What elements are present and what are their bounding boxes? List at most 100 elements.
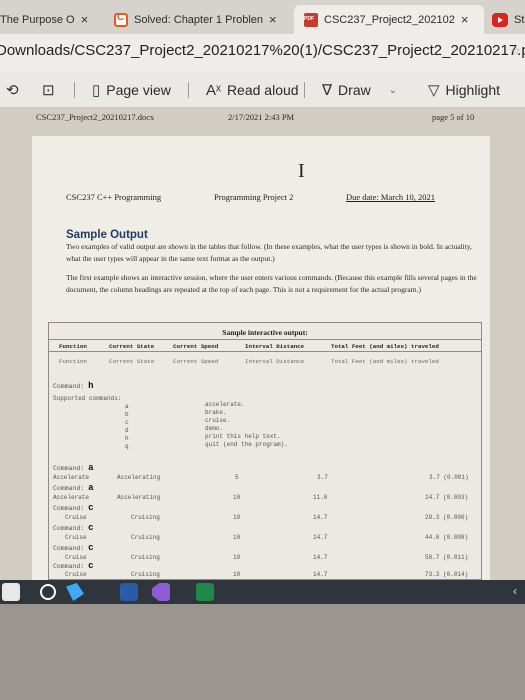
total-cell: 58.7 (0.011)	[425, 554, 469, 561]
tab-state[interactable]: State	[488, 5, 525, 34]
speed-cell: 10	[233, 571, 241, 578]
speed-cell: 5	[235, 474, 239, 481]
distance-cell: 3.7	[317, 474, 328, 481]
tab-solved-chapter[interactable]: Solved: Chapter 1 Problen ×	[110, 5, 290, 34]
read-aloud-button[interactable]: A͏ˣ Read aloud	[206, 72, 299, 108]
command-input: h	[88, 381, 94, 391]
chevron-left-icon[interactable]: ‹	[513, 584, 517, 598]
function-cell: Accelerate	[53, 474, 90, 481]
paragraph-2: The first example shows an interactive s…	[66, 273, 477, 294]
column-header: Interval Distance	[245, 343, 305, 350]
desk-surface	[0, 604, 525, 700]
tab-the-purpose[interactable]: The Purpose O ×	[0, 5, 108, 34]
visual-studio-icon[interactable]	[152, 583, 170, 601]
command-prefix: Command:	[53, 485, 85, 492]
function-cell: Cruise	[65, 534, 87, 541]
close-icon[interactable]: ×	[269, 12, 277, 27]
read-aloud-icon: A͏ˣ	[206, 81, 221, 99]
print-header-page: page 5 of 10	[432, 112, 475, 122]
highlight-button[interactable]: ▽ Highlight	[428, 72, 500, 108]
project-name: Programming Project 2	[214, 192, 294, 202]
browser-tab-strip: The Purpose O × Solved: Chapter 1 Proble…	[0, 0, 525, 34]
word-icon[interactable]	[120, 583, 138, 601]
command-input: a	[88, 463, 94, 473]
url-text[interactable]: Downloads/CSC237_Project2_20210217%20(1)…	[0, 42, 525, 59]
toolbar-divider	[74, 82, 75, 98]
command-line: Command: c	[53, 503, 94, 513]
fit-page-icon: ⊡	[42, 82, 55, 99]
draw-pen-icon: ∇	[322, 82, 333, 99]
speed-cell: 10	[233, 554, 241, 561]
help-key: b	[125, 411, 129, 418]
command-prefix: Command:	[53, 383, 85, 390]
state-cell: Cruising	[131, 571, 160, 578]
total-cell: 44.0 (0.008)	[425, 534, 469, 541]
command-prefix: Command:	[53, 505, 85, 512]
course-name: CSC237 C++ Programming	[66, 192, 162, 202]
column-header: Current State	[109, 343, 155, 350]
help-desc: print this help text.	[205, 433, 281, 440]
command-line: Command: a	[53, 483, 94, 493]
help-key: h	[125, 435, 129, 442]
column-header: Interval Distance	[245, 358, 305, 365]
rotate-icon: ⟲	[6, 82, 19, 99]
text-cursor-icon: I	[298, 160, 305, 182]
column-header: Total Feet (and miles) traveled	[331, 343, 439, 350]
edge-icon[interactable]	[66, 583, 84, 601]
print-header-file: CSC237_Project2_20210217.docx	[36, 112, 155, 122]
rotate-button[interactable]: ⟲	[6, 72, 25, 108]
help-key: q	[125, 443, 129, 450]
command-line: Command: h	[53, 381, 94, 391]
taskbar: ‹	[0, 580, 525, 604]
favorites-icon[interactable]: ☆	[510, 44, 521, 58]
help-desc: cruise.	[205, 417, 231, 424]
tab-label: State	[514, 13, 525, 26]
print-header: CSC237_Project2_20210217.docx 2/17/2021 …	[0, 108, 525, 128]
help-desc: demo.	[205, 425, 224, 432]
column-header: Current State	[109, 358, 155, 365]
section-title: Sample Output	[66, 229, 148, 241]
function-cell: Cruise	[65, 554, 87, 561]
distance-cell: 11.0	[313, 494, 328, 501]
command-input: c	[88, 561, 94, 571]
distance-cell: 14.7	[313, 514, 328, 521]
column-header: Current Speed	[173, 358, 219, 365]
command-line: Command: c	[53, 543, 94, 553]
tab-label: CSC237_Project2_202102	[324, 13, 455, 26]
page-view-button[interactable]: ▯ Page view	[92, 72, 171, 108]
sample-output-table: Sample interactive output: Function Curr…	[48, 322, 482, 580]
read-aloud-label: Read aloud	[226, 82, 299, 98]
start-icon[interactable]	[2, 583, 20, 601]
state-cell: Cruising	[131, 514, 160, 521]
cortana-icon[interactable]	[40, 584, 56, 600]
column-header: Function	[59, 358, 87, 365]
function-cell: Cruise	[65, 571, 87, 578]
chevron-down-icon[interactable]: ⌄	[389, 85, 397, 96]
state-cell: Cruising	[131, 554, 160, 561]
command-prefix: Command:	[53, 465, 85, 472]
command-line: Command: c	[53, 523, 94, 533]
tab-label: The Purpose O	[0, 13, 75, 26]
total-cell: 73.3 (0.014)	[425, 571, 469, 578]
help-desc: accelerate.	[205, 401, 245, 408]
draw-button[interactable]: ∇ Draw ⌄	[322, 72, 397, 108]
address-bar[interactable]: Downloads/CSC237_Project2_20210217%20(1)…	[0, 34, 525, 72]
close-icon[interactable]: ×	[461, 12, 469, 27]
command-prefix: Command:	[53, 525, 85, 532]
excel-icon[interactable]	[196, 583, 214, 601]
print-header-date: 2/17/2021 2:43 PM	[228, 112, 295, 122]
fit-page-button[interactable]: ⊡	[42, 72, 61, 108]
tab-csc237-pdf[interactable]: CSC237_Project2_202102 ×	[294, 5, 484, 34]
pdf-toolbar: ⟲ ⊡ ▯ Page view A͏ˣ Read aloud ∇ Draw ⌄ …	[0, 72, 525, 108]
column-header: Current Speed	[173, 343, 219, 350]
speed-cell: 10	[233, 534, 241, 541]
command-prefix: Command:	[53, 545, 85, 552]
total-cell: 3.7 (0.001)	[429, 474, 469, 481]
column-header: Total Feet (and miles) traveled	[331, 358, 439, 365]
state-cell: Cruising	[131, 534, 160, 541]
help-key: a	[125, 403, 129, 410]
function-cell: Cruise	[65, 514, 87, 521]
speed-cell: 10	[233, 494, 241, 501]
total-cell: 29.3 (0.006)	[425, 514, 469, 521]
close-icon[interactable]: ×	[81, 12, 89, 27]
